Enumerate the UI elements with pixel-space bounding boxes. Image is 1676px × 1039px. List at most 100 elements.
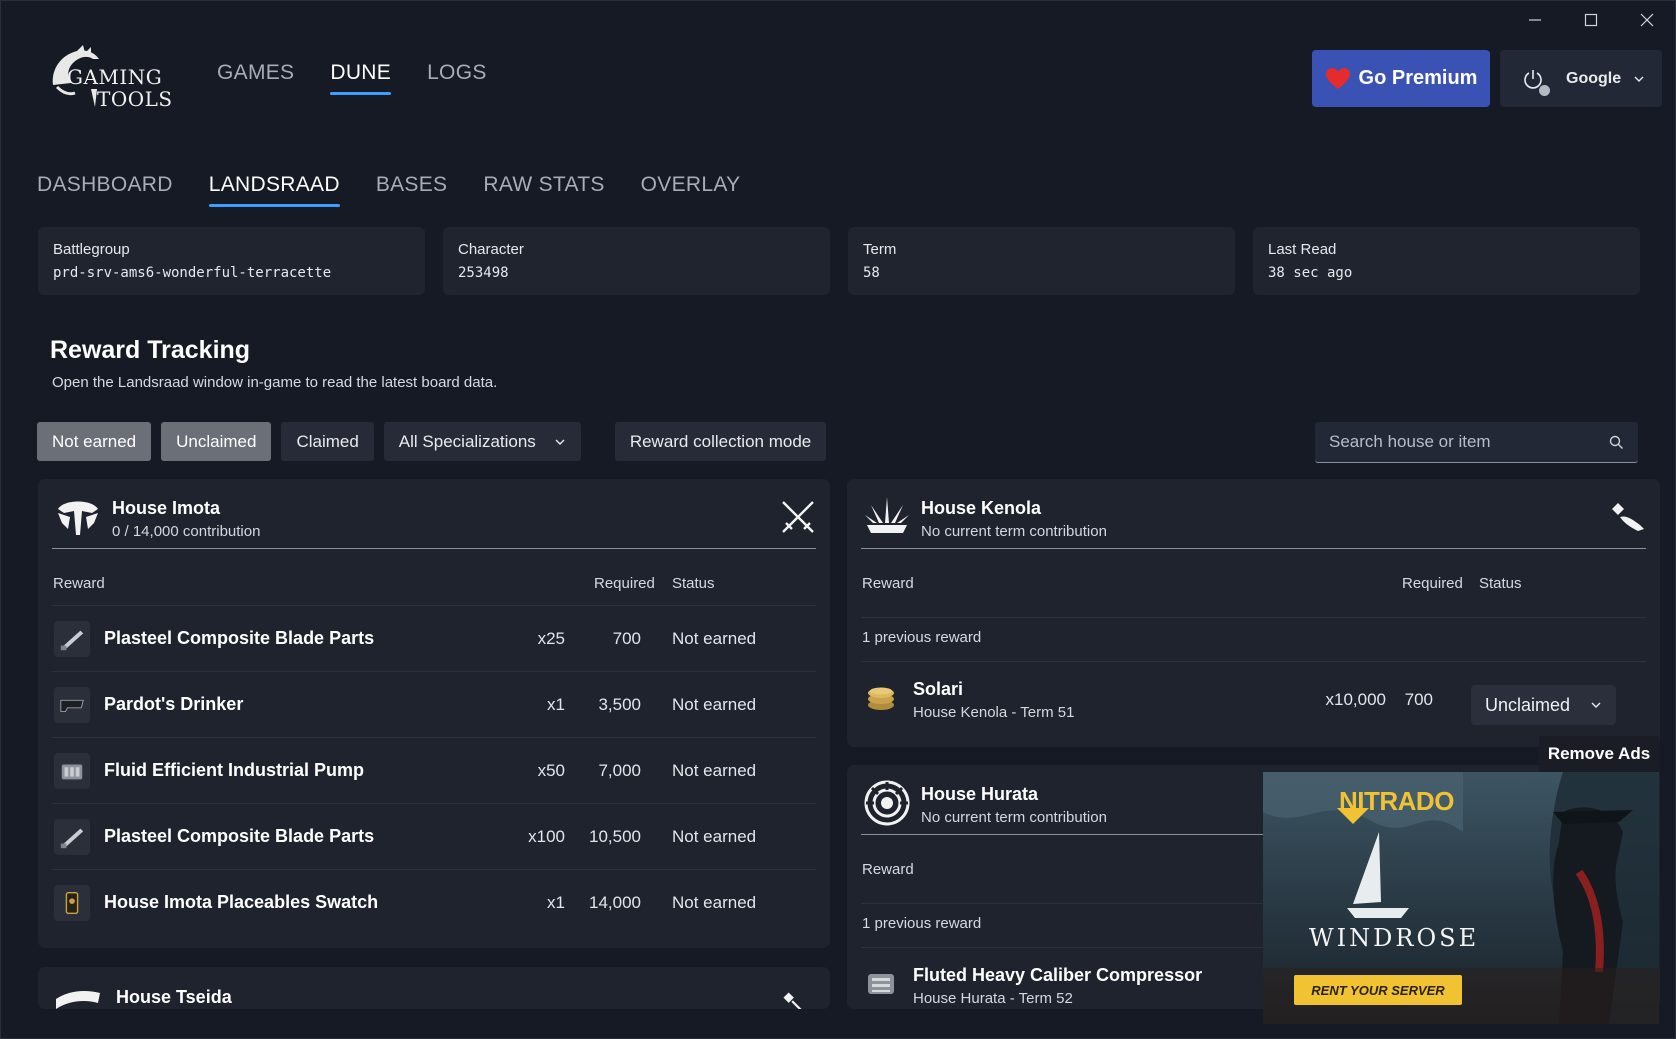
heart-icon	[1325, 67, 1350, 89]
sub-nav: DASHBOARD LANDSRAAD BASES RAW STATS OVER…	[37, 173, 740, 207]
specializations-label: All Specializations	[398, 431, 536, 451]
house-contribution: 0 / 14,000 contribution	[112, 523, 261, 540]
reward-item-name: Plasteel Composite Blade Parts	[104, 628, 375, 648]
info-value: 58	[863, 265, 880, 281]
filter-unclaimed-button[interactable]: Unclaimed	[161, 422, 272, 461]
house-name: House Kenola	[921, 498, 1042, 518]
logo-text-line2: TOOLS	[97, 87, 173, 111]
reward-item-name: House Imota Placeables Swatch	[104, 892, 379, 912]
column-reward: Reward	[53, 575, 105, 592]
ad-game-title: WINDROSE	[1309, 924, 1480, 952]
house-card-tseida: House Tseida	[38, 967, 830, 1009]
info-value: 253498	[458, 265, 509, 281]
info-label: Battlegroup	[53, 241, 130, 258]
info-value: 38 sec ago	[1268, 265, 1353, 281]
reward-item-source: House Kenola - Term 51	[913, 704, 1075, 721]
table-row[interactable]: Plasteel Composite Blade Parts x25 700 N…	[52, 605, 816, 671]
blade-parts-icon	[54, 621, 90, 657]
reward-item-name: Pardot's Drinker	[104, 694, 244, 714]
table-row[interactable]: Fluid Efficient Industrial Pump x50 7,00…	[52, 737, 816, 803]
tab-bases[interactable]: BASES	[376, 173, 448, 207]
maximize-icon[interactable]	[1563, 1, 1619, 39]
top-nav-games[interactable]: GAMES	[217, 61, 294, 95]
house-name: House Hurata	[921, 784, 1039, 804]
house-name: House Imota	[112, 498, 221, 518]
search-input[interactable]: Search house or item	[1315, 422, 1638, 463]
reward-required: 3,500	[598, 695, 641, 714]
reward-item-source: House Hurata - Term 52	[913, 990, 1073, 1007]
info-label: Term	[863, 241, 897, 258]
reward-status: Not earned	[672, 629, 757, 648]
house-name: House Tseida	[116, 987, 232, 1007]
minimize-icon[interactable]	[1507, 1, 1563, 39]
info-card-last-read: Last Read 38 sec ago	[1253, 227, 1640, 295]
close-icon[interactable]	[1619, 1, 1675, 39]
chevron-down-icon	[1634, 76, 1644, 82]
column-required: Required	[594, 575, 655, 592]
advertisement-banner[interactable]: NITRADO WINDROSE RENT YOUR SERVER	[1263, 772, 1659, 1024]
go-premium-button[interactable]: Go Premium	[1312, 50, 1490, 107]
top-nav-dune[interactable]: DUNE	[330, 61, 391, 95]
top-nav: GAMES DUNE LOGS	[217, 61, 487, 95]
compressor-icon	[863, 965, 899, 1001]
house-kenola-crest-icon	[865, 497, 909, 533]
table-row[interactable]: House Imota Placeables Swatch x1 14,000 …	[52, 869, 816, 935]
reward-status: Not earned	[672, 893, 757, 912]
reward-required: 700	[1404, 690, 1433, 709]
reward-required: 700	[612, 629, 641, 648]
reward-item-name: Solari	[913, 679, 964, 699]
specialization-icon	[1612, 503, 1644, 531]
swatch-icon	[54, 885, 90, 921]
filter-claimed-button[interactable]: Claimed	[281, 422, 374, 461]
filter-bar: Not earned Unclaimed Claimed All Special…	[37, 422, 827, 461]
info-card-character: Character 253498	[443, 227, 830, 295]
reward-required: 14,000	[589, 893, 641, 912]
reward-quantity: x1	[547, 893, 565, 912]
tab-dashboard[interactable]: DASHBOARD	[37, 173, 173, 207]
divider	[861, 661, 1646, 662]
previous-rewards-label: 1 previous reward	[862, 915, 982, 932]
status-dropdown[interactable]: Unclaimed	[1471, 685, 1616, 725]
reward-required: 7,000	[598, 761, 641, 780]
account-dropdown[interactable]: Google	[1500, 50, 1662, 107]
filter-not-earned-button[interactable]: Not earned	[37, 422, 152, 461]
drinker-icon	[54, 687, 90, 723]
go-premium-label: Go Premium	[1358, 67, 1478, 89]
app-window: GAMING TOOLS GAMES DUNE LOGS Go Premium …	[0, 0, 1676, 1039]
reward-required: 10,500	[589, 827, 641, 846]
house-tseida-crest-icon	[56, 991, 100, 1009]
chevron-down-icon	[1591, 702, 1601, 708]
chevron-down-icon	[555, 439, 565, 445]
section-subtitle: Open the Landsraad window in-game to rea…	[52, 374, 498, 391]
power-icon	[1522, 68, 1550, 96]
house-header: House Imota 0 / 14,000 contribution	[52, 493, 816, 549]
table-row[interactable]: Plasteel Composite Blade Parts x100 10,5…	[52, 803, 816, 869]
reward-quantity: x50	[537, 761, 565, 780]
reward-item-name: Fluid Efficient Industrial Pump	[104, 760, 365, 780]
search-placeholder: Search house or item	[1329, 432, 1491, 451]
specialization-icon	[783, 992, 802, 1009]
section-title: Reward Tracking	[50, 336, 251, 364]
table-row[interactable]: Pardot's Drinker x1 3,500 Not earned	[52, 671, 816, 737]
reward-status: Not earned	[672, 827, 757, 846]
column-status: Status	[1479, 575, 1522, 592]
reward-status: Not earned	[672, 695, 757, 714]
tab-raw-stats[interactable]: RAW STATS	[483, 173, 604, 207]
ad-cta-button[interactable]: RENT YOUR SERVER	[1294, 975, 1462, 1005]
info-card-term: Term 58	[848, 227, 1235, 295]
tab-overlay[interactable]: OVERLAY	[641, 173, 741, 207]
reward-quantity: x100	[528, 827, 565, 846]
top-nav-logs[interactable]: LOGS	[427, 61, 487, 95]
logo-text-line1: GAMING	[67, 65, 163, 89]
info-label: Last Read	[1268, 241, 1337, 258]
house-card-kenola: House Kenola No current term contributio…	[847, 479, 1660, 747]
reward-collection-mode-button[interactable]: Reward collection mode	[614, 422, 827, 461]
pump-icon	[54, 753, 90, 789]
specializations-dropdown[interactable]: All Specializations	[383, 422, 581, 461]
house-hurata-crest-icon	[864, 780, 910, 826]
house-contribution: No current term contribution	[921, 523, 1107, 540]
search-icon	[1609, 435, 1623, 449]
tab-landsraad[interactable]: LANDSRAAD	[208, 173, 340, 207]
house-contribution: No current term contribution	[921, 809, 1107, 826]
remove-ads-button[interactable]: Remove Ads	[1539, 736, 1659, 772]
